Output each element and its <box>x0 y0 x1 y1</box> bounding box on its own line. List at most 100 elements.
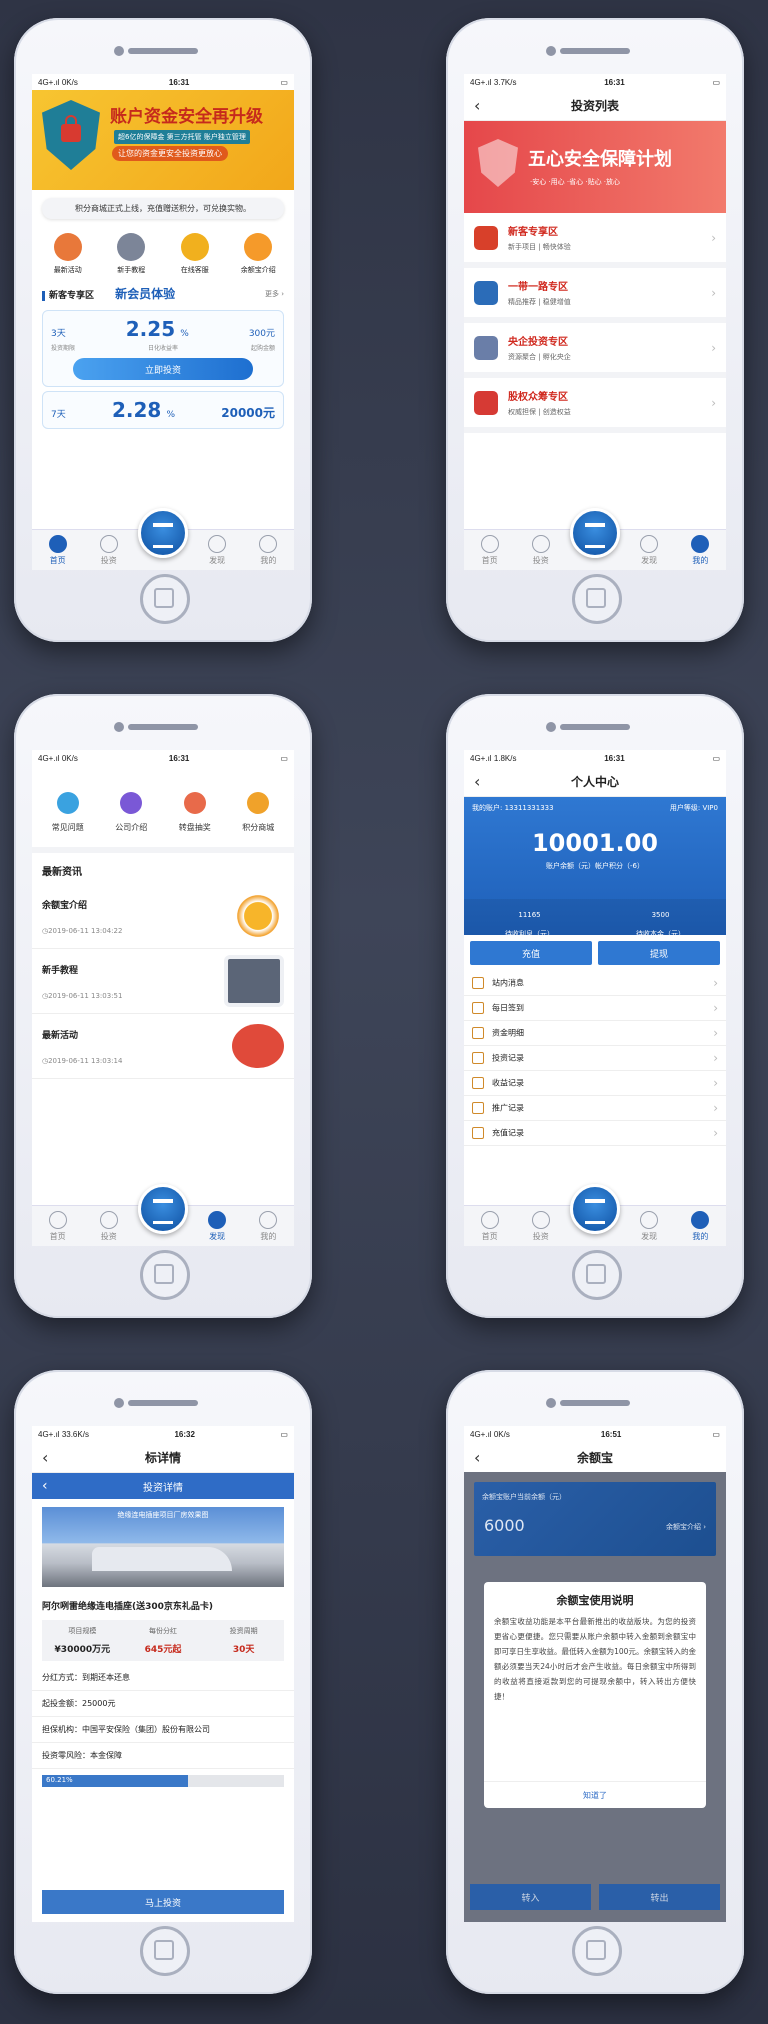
quick-label: 在线客服 <box>180 266 209 274</box>
zone-item[interactable]: 一带一路专区 精品推荐 | 稳健增值 › <box>464 268 726 323</box>
zone-desc: 权威担保 | 创造权益 <box>508 408 571 416</box>
security-banner[interactable]: 账户资金安全再升级 超6亿的保障金 第三方托管 账户独立管理 让您的资金更安全投… <box>32 90 294 190</box>
tab-home[interactable]: 首页 <box>36 1211 80 1246</box>
stat-label: 投资周期 <box>229 1627 258 1635</box>
zone-item[interactable]: 新客专享区 新手项目 | 畅快体验 › <box>464 213 726 268</box>
phone-speaker <box>560 724 630 730</box>
board-icon <box>117 233 146 261</box>
tab-invest[interactable]: 投资 <box>87 1211 131 1246</box>
back-icon[interactable]: ‹ <box>474 1448 480 1467</box>
megaphone-icon <box>53 233 82 261</box>
balance-value: 10001.00 <box>531 829 658 857</box>
tab-home[interactable]: 首页 <box>468 1211 512 1246</box>
tab-invest[interactable]: 投资 <box>519 535 563 570</box>
net-speed: 1.8K/s <box>493 753 517 763</box>
zone-name: 新客专享区 <box>508 227 558 238</box>
feature-label: 转盘抽奖 <box>178 823 211 832</box>
tab-invest[interactable]: 投资 <box>87 535 131 570</box>
menu-item-checkin[interactable]: 每日签到 › <box>464 996 726 1021</box>
label-min: 起购金额 <box>250 345 275 352</box>
tab-mine[interactable]: 我的 <box>246 1211 290 1246</box>
screen-personal-center: 4G+.ıl 1.8K/s 16:31 ▭ ‹ 个人中心 我的账户: 133113… <box>464 750 726 1246</box>
back-icon[interactable]: ‹ <box>42 1478 48 1494</box>
invest-now-button[interactable]: 马上投资 <box>42 1890 284 1914</box>
menu-item-messages[interactable]: 站内消息 › <box>464 971 726 996</box>
net-speed: 3.7K/s <box>493 77 517 87</box>
phone-home-button <box>140 1250 190 1300</box>
guarantee-banner[interactable]: 五心安全保障计划 ·安心 ·用心 ·省心 ·贴心 ·放心 <box>464 121 726 213</box>
headset-icon <box>180 233 209 261</box>
bank-center-button[interactable] <box>137 508 188 558</box>
transfer-out-button[interactable]: 转出 <box>599 1884 720 1910</box>
transfer-in-button[interactable]: 转入 <box>470 1884 591 1910</box>
news-headline: 最新活动 <box>42 1030 79 1041</box>
shield-lock-icon <box>42 100 100 170</box>
tab-mine[interactable]: 我的 <box>678 1211 722 1246</box>
tab-mine[interactable]: 我的 <box>246 535 290 570</box>
chevron-right-icon: › <box>713 1001 718 1015</box>
zone-item[interactable]: 央企投资专区 资源聚合 | 孵化央企 › <box>464 323 726 378</box>
news-item[interactable]: 新手教程 ◷2019-06-11 13:03:51 <box>32 949 294 1014</box>
tab-discover[interactable]: 发现 <box>627 535 671 570</box>
phone-camera <box>546 46 556 56</box>
recharge-button[interactable]: 充值 <box>470 941 592 965</box>
menu-item-recharge-records[interactable]: 充值记录 › <box>464 1121 726 1146</box>
menu-item-invest-records[interactable]: 投资记录 › <box>464 1046 726 1071</box>
tab-home[interactable]: 首页 <box>36 535 80 570</box>
dialog-title: 余额宝使用说明 <box>556 1594 634 1607</box>
chevron-right-icon: › <box>711 230 716 245</box>
tab-discover[interactable]: 发现 <box>627 1211 671 1246</box>
tab-label: 我的 <box>260 556 277 565</box>
news-item[interactable]: 最新活动 ◷2019-06-11 13:03:14 <box>32 1014 294 1079</box>
project-stats: 项目规模 ¥30000万元 每份分红 645元起 投资周期 30天 <box>42 1620 284 1661</box>
bank-center-button[interactable] <box>569 508 620 558</box>
tab-mine[interactable]: 我的 <box>678 535 722 570</box>
company-entry[interactable]: 公司介绍 <box>103 792 159 833</box>
lottery-entry[interactable]: 转盘抽奖 <box>167 792 223 833</box>
notice-bar[interactable]: 积分商城正式上线，充值赠送积分，可兑换实物。 <box>42 198 284 219</box>
principal-value: 3500 <box>651 911 670 919</box>
modal-overlay: 余额宝账户当前余额（元） 6000 余额宝介绍 › 余额宝使用说明 余额宝收益功… <box>464 1472 726 1922</box>
guarantor: 担保机构：中国平安保险（集团）股份有限公司 <box>32 1717 294 1743</box>
menu-item-funds[interactable]: 资金明细 › <box>464 1021 726 1046</box>
quick-activity[interactable]: 最新活动 <box>38 233 98 275</box>
zone-item[interactable]: 股权众筹专区 权威担保 | 创造权益 › <box>464 378 726 433</box>
points-mall-entry[interactable]: 积分商城 <box>230 792 286 833</box>
back-icon[interactable]: ‹ <box>474 772 480 791</box>
zone-icon <box>474 390 498 415</box>
quick-yuebao[interactable]: 余额宝介绍 <box>228 233 288 275</box>
section-title: 新客专享区 <box>49 291 95 301</box>
news-item[interactable]: 余额宝介绍 ◷2019-06-11 13:04:22 <box>32 884 294 949</box>
zone-desc: 资源聚合 | 孵化央企 <box>508 353 571 361</box>
product-card[interactable]: 7天 2.28 % 20000元 <box>42 391 284 429</box>
invest-now-button[interactable]: 立即投资 <box>73 358 253 380</box>
carrier: 4G+.ıl <box>470 753 492 763</box>
withdraw-button[interactable]: 提现 <box>598 941 720 965</box>
bank-center-button[interactable] <box>569 1184 620 1234</box>
tab-discover[interactable]: 发现 <box>195 535 239 570</box>
bank-center-button[interactable] <box>137 1184 188 1234</box>
document-icon <box>472 1077 484 1089</box>
tab-invest[interactable]: 投资 <box>519 1211 563 1246</box>
home-icon <box>48 1211 67 1229</box>
yuebao-intro-link[interactable]: 余额宝介绍 › <box>666 1522 706 1532</box>
phone-camera <box>114 46 124 56</box>
back-icon[interactable]: ‹ <box>474 96 480 115</box>
card-label: 余额宝账户当前余额（元） <box>482 1493 566 1501</box>
more-link[interactable]: 更多 › <box>265 289 284 299</box>
back-icon[interactable]: ‹ <box>42 1448 48 1467</box>
menu-item-income-records[interactable]: 收益记录 › <box>464 1071 726 1096</box>
card-rate: 2.25 <box>125 317 176 341</box>
tab-discover[interactable]: 发现 <box>195 1211 239 1246</box>
tab-label: 首页 <box>49 1232 66 1241</box>
sub-title: 投资详情 <box>143 1482 183 1494</box>
menu-item-referral-records[interactable]: 推广记录 › <box>464 1096 726 1121</box>
stat-value: 30天 <box>232 1645 255 1655</box>
tab-home[interactable]: 首页 <box>468 535 512 570</box>
product-card[interactable]: 3天 2.25 % 300元 投资期限 日化收益率 起购金额 立即投资 <box>42 310 284 387</box>
dialog-ok-button[interactable]: 知道了 <box>484 1781 706 1808</box>
faq-entry[interactable]: 常见问题 <box>40 792 96 833</box>
quick-tutorial[interactable]: 新手教程 <box>101 233 161 275</box>
quick-service[interactable]: 在线客服 <box>165 233 225 275</box>
carrier: 4G+.ıl <box>38 77 60 87</box>
